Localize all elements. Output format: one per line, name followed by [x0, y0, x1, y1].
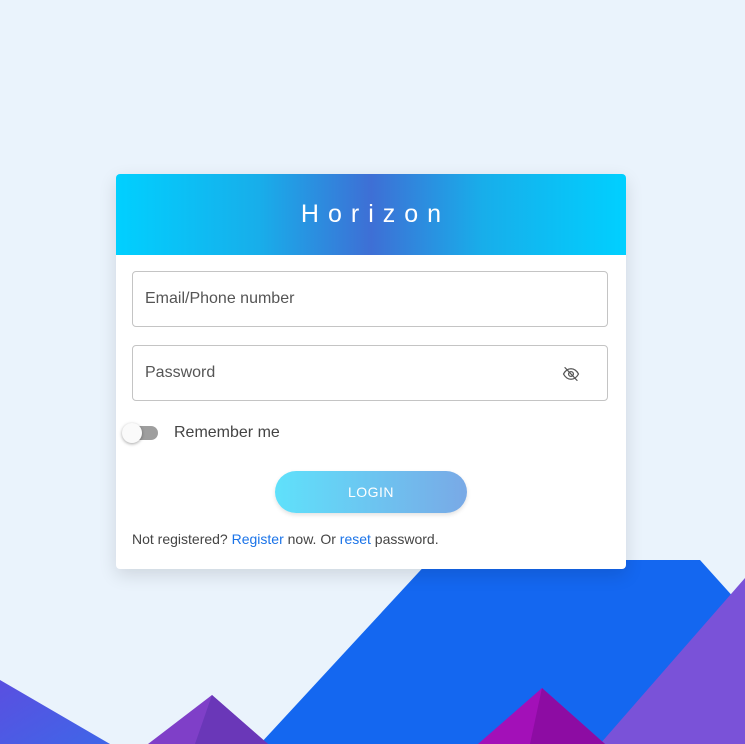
remember-me-toggle[interactable]	[122, 421, 160, 445]
register-link[interactable]: Register	[232, 531, 284, 547]
login-button[interactable]: LOGIN	[275, 471, 467, 513]
email-field[interactable]	[132, 271, 608, 327]
mountain-left	[0, 680, 110, 744]
remember-me-row: Remember me	[122, 421, 280, 445]
eye-off-icon[interactable]	[562, 365, 580, 383]
login-card: Horizon Remember me LOGIN Not registered…	[116, 174, 626, 569]
signup-prompt: Not registered? Register now. Or reset p…	[132, 531, 439, 547]
remember-me-label: Remember me	[174, 424, 280, 441]
card-header: Horizon	[116, 174, 626, 255]
prompt-middle: now. Or	[287, 531, 336, 547]
password-input[interactable]	[133, 346, 545, 400]
email-input[interactable]	[133, 272, 545, 326]
password-field[interactable]	[132, 345, 608, 401]
toggle-thumb	[122, 423, 142, 443]
prompt-suffix: password.	[374, 531, 439, 547]
reset-password-link[interactable]: reset	[340, 531, 371, 547]
prompt-prefix: Not registered?	[132, 531, 228, 547]
brand-title: Horizon	[300, 200, 451, 228]
